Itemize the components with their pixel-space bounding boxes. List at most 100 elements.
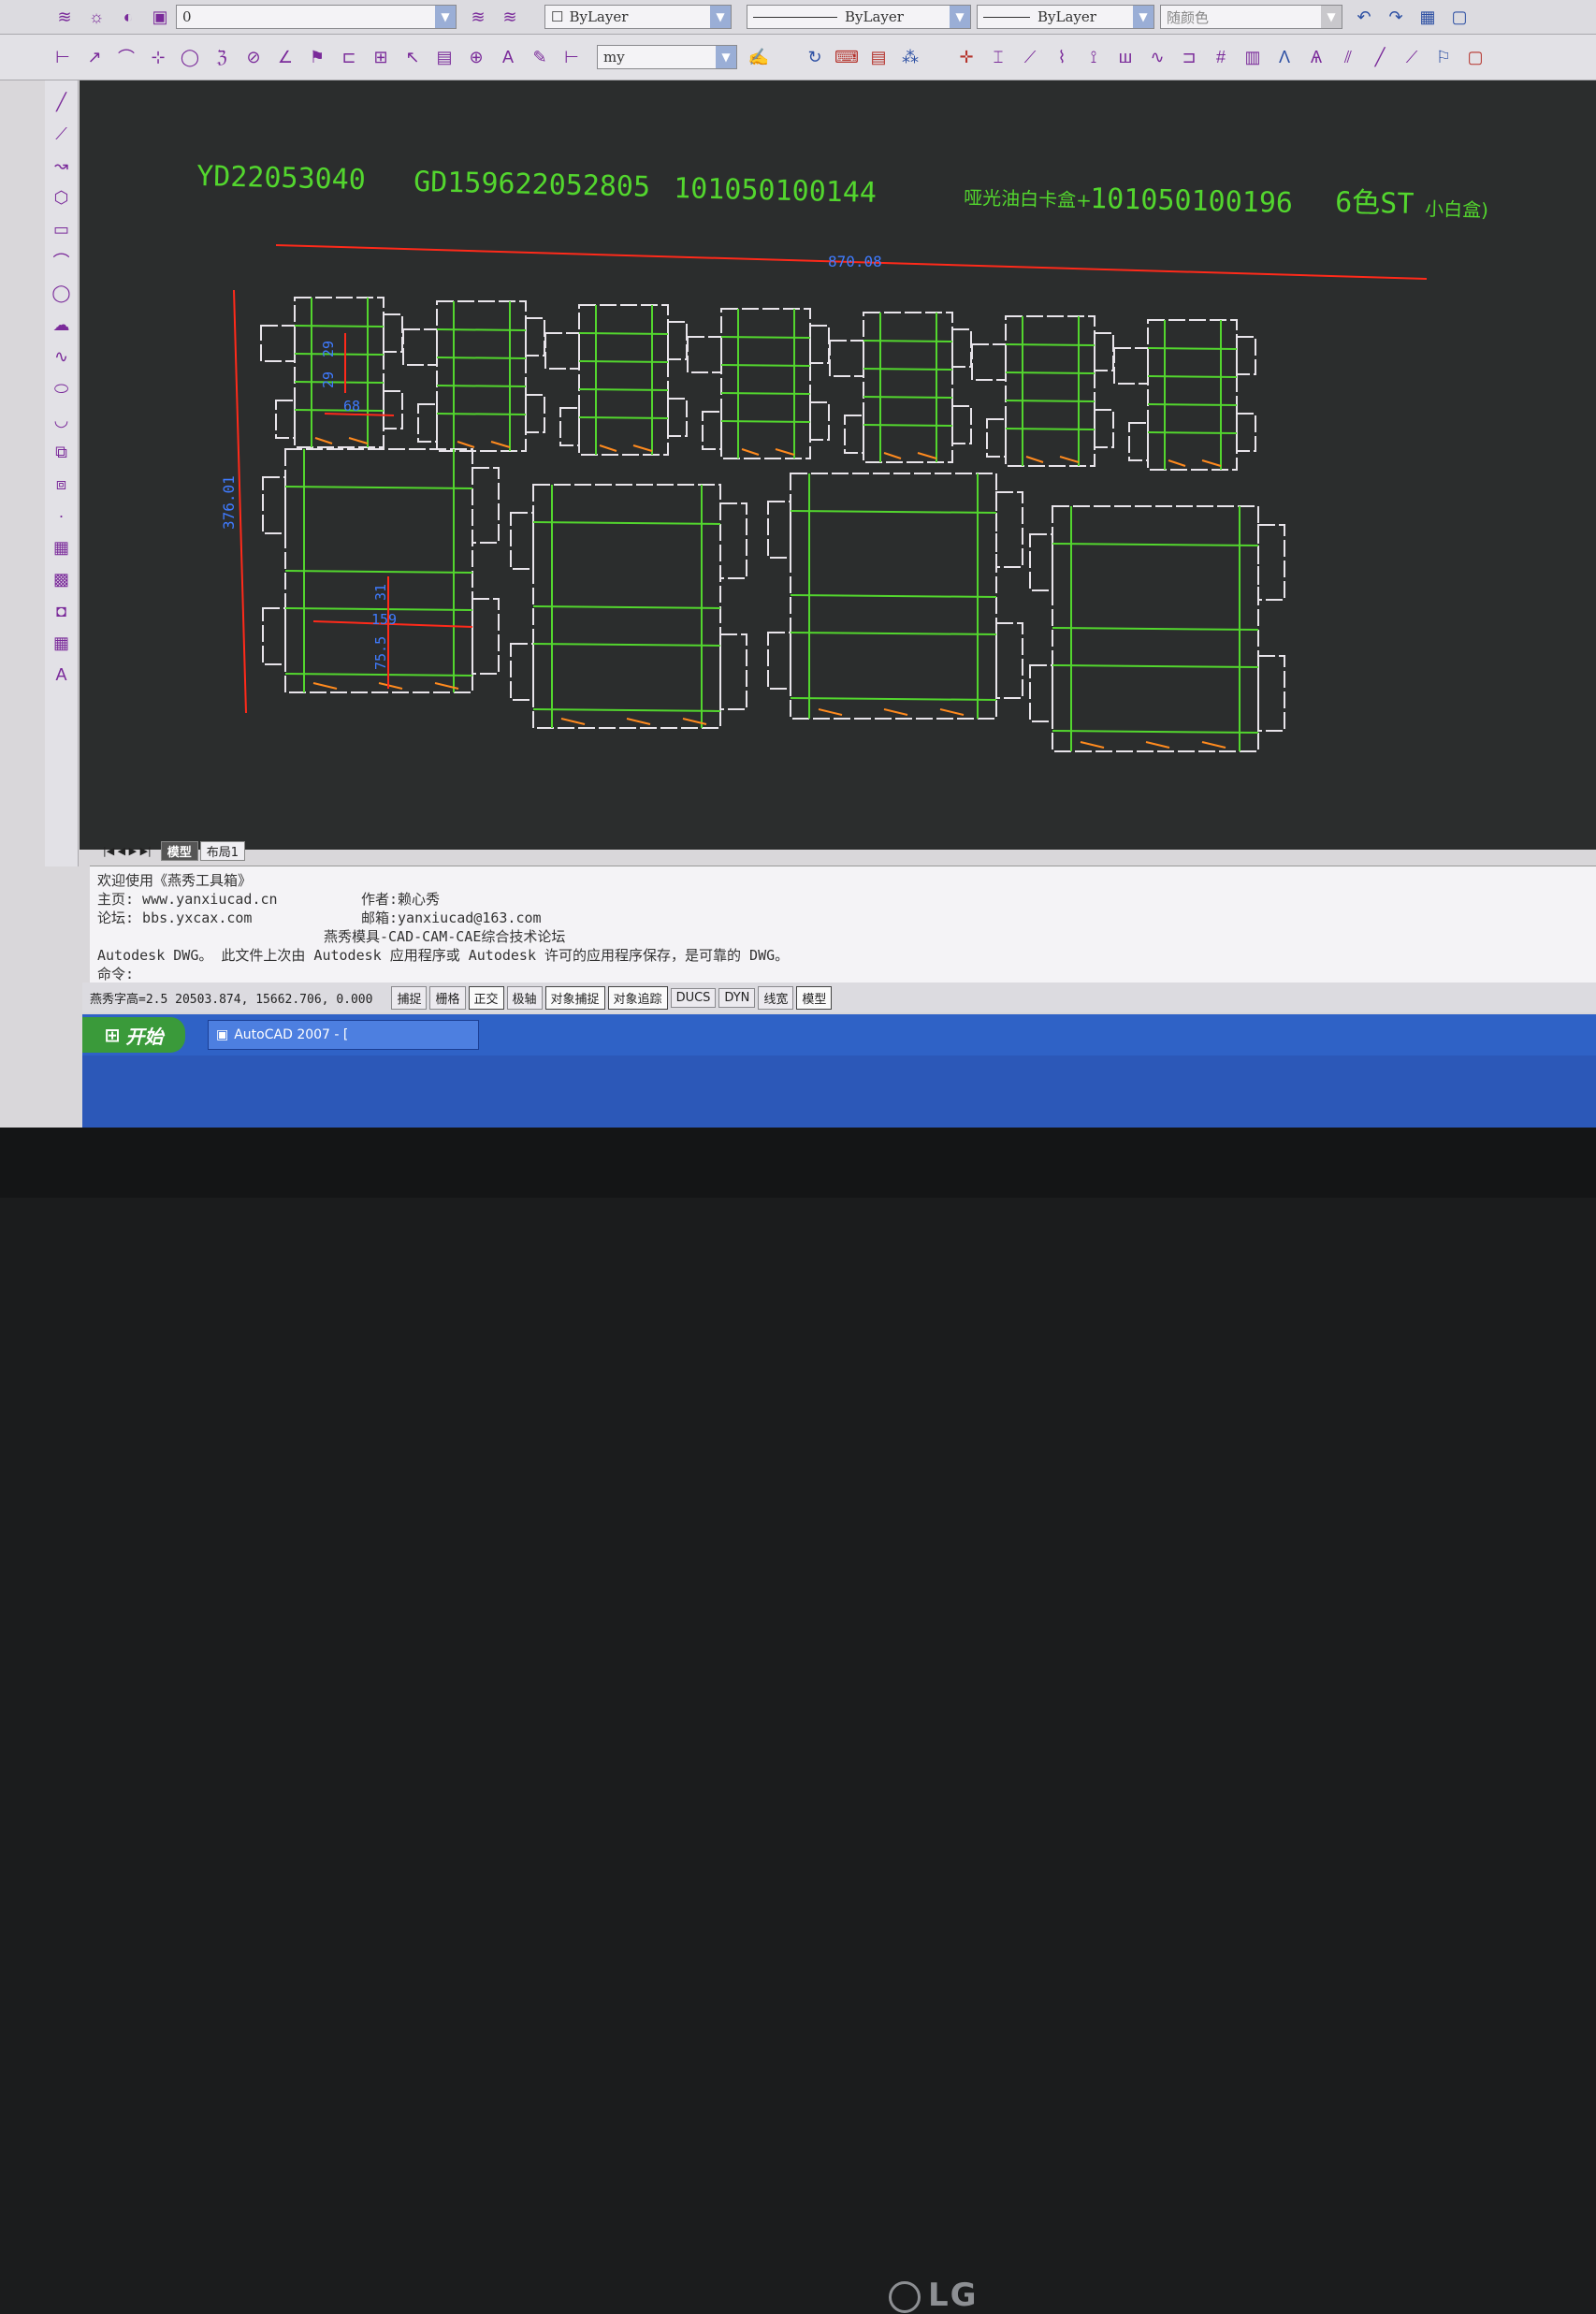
gradient-icon[interactable]: ▩: [50, 567, 74, 591]
make-block-icon[interactable]: ⧈: [50, 472, 74, 496]
polygon-icon[interactable]: ⬡: [50, 185, 74, 210]
insert-block-icon[interactable]: ⧉: [50, 440, 74, 464]
dim-edit-icon[interactable]: A: [496, 45, 520, 69]
refresh-icon[interactable]: ↻: [803, 45, 827, 69]
chevron-down-icon[interactable]: ▼: [1321, 6, 1342, 28]
diagonal-icon[interactable]: ⟋: [1400, 45, 1424, 69]
bracket-icon[interactable]: ⊐: [1177, 45, 1201, 69]
ducs-toggle[interactable]: DUCS: [670, 987, 717, 1008]
dim-update-icon[interactable]: ⊢: [559, 45, 584, 69]
arc-icon[interactable]: ⌒: [50, 249, 74, 273]
chevron-down-icon[interactable]: ▼: [950, 6, 970, 28]
layer-previous-icon[interactable]: ≋: [466, 5, 490, 29]
quick-dim-icon[interactable]: ⚑: [305, 45, 329, 69]
flag-icon[interactable]: ⚐: [1431, 45, 1456, 69]
color-combo[interactable]: ☐ ByLayer ▼: [544, 5, 732, 29]
ellipse-icon[interactable]: ⬭: [50, 376, 74, 400]
autocad-task-button[interactable]: ▣ AutoCAD 2007 - [: [208, 1020, 479, 1050]
grid-icon[interactable]: ▥: [1241, 45, 1265, 69]
hatch-icon[interactable]: ▦: [50, 535, 74, 560]
slash-icon[interactable]: ⟋: [1018, 45, 1042, 69]
polyline-icon[interactable]: ↝: [50, 153, 74, 178]
toolbox-icon[interactable]: ▤: [866, 45, 891, 69]
ortho-toggle[interactable]: 正交: [468, 985, 504, 1010]
chevron-down-icon[interactable]: ▼: [1133, 6, 1153, 28]
dyn-toggle[interactable]: DYN: [718, 987, 756, 1008]
layer-combo[interactable]: 0 ▼: [176, 5, 457, 29]
hatch-icon[interactable]: ⫽: [1336, 45, 1360, 69]
construction-line-icon[interactable]: ⟋: [50, 122, 74, 146]
redo-icon[interactable]: ↷: [1384, 5, 1408, 29]
chevron-down-icon[interactable]: ▼: [710, 6, 731, 28]
cross-icon[interactable]: ✛: [954, 45, 979, 69]
arc-length-icon[interactable]: ⌒: [114, 45, 138, 69]
dim-text-edit-icon[interactable]: ✎: [528, 45, 552, 69]
lineweight-toggle[interactable]: 线宽: [758, 985, 794, 1010]
plotstyle-combo[interactable]: 随颜色 ▼: [1160, 5, 1342, 29]
snap-toggle[interactable]: 捕捉: [391, 985, 428, 1010]
mtext-icon[interactable]: A: [50, 662, 74, 687]
chevron-down-icon[interactable]: ▼: [435, 6, 456, 28]
line-icon[interactable]: ╱: [50, 90, 74, 114]
hash-icon[interactable]: #: [1209, 45, 1233, 69]
command-prompt[interactable]: 命令:: [97, 964, 134, 983]
curve-icon[interactable]: ⌇: [1050, 45, 1074, 69]
peak-icon[interactable]: Λ: [1272, 45, 1297, 69]
rectangle-icon[interactable]: ▭: [50, 217, 74, 241]
small-box-tab-left: [1128, 422, 1149, 461]
drawing-area[interactable]: YD22053040 GD159622052805 101050100144 哑…: [80, 80, 1596, 850]
i-beam-icon[interactable]: ⌶: [986, 45, 1010, 69]
die-line-layout[interactable]: [260, 297, 1285, 752]
angular-icon[interactable]: ∠: [273, 45, 297, 69]
radius-icon[interactable]: ◯: [178, 45, 202, 69]
wave-icon[interactable]: ∿: [1145, 45, 1169, 69]
start-button[interactable]: ⊞ 开始: [82, 1017, 185, 1053]
lineweight-combo[interactable]: ByLayer ▼: [977, 5, 1154, 29]
revcloud-icon[interactable]: ☁: [50, 313, 74, 337]
bulb-icon[interactable]: ☼: [84, 5, 109, 29]
tolerance-icon[interactable]: ▤: [432, 45, 457, 69]
window-icon[interactable]: ▢: [1447, 5, 1472, 29]
linetype-combo[interactable]: ByLayer ▼: [747, 5, 971, 29]
osnap-toggle[interactable]: 对象捕捉: [544, 985, 605, 1010]
circle-icon[interactable]: ◯: [50, 281, 74, 305]
first-tab-icon[interactable]: |◀ ◀ ▶ ▶|: [103, 845, 152, 857]
linear-dim-icon[interactable]: ⊢: [51, 45, 75, 69]
diameter-icon[interactable]: ⊘: [241, 45, 266, 69]
aligned-dim-icon[interactable]: ↗: [82, 45, 107, 69]
tab-model[interactable]: 模型: [160, 840, 198, 861]
point-icon[interactable]: ·: [50, 503, 74, 528]
chevron-down-icon[interactable]: ▼: [716, 46, 736, 68]
dim-style-icon[interactable]: ✍: [747, 45, 771, 69]
region-icon[interactable]: ◘: [50, 599, 74, 623]
baseline-icon[interactable]: ⊏: [337, 45, 361, 69]
ordinate-icon[interactable]: ⊹: [146, 45, 170, 69]
block-icon[interactable]: ▦: [1415, 5, 1440, 29]
line-tool-icon[interactable]: ╱: [1368, 45, 1392, 69]
cad-canvas[interactable]: YD22053040 GD159622052805 101050100144 哑…: [80, 80, 1596, 850]
rake-icon[interactable]: ш: [1113, 45, 1138, 69]
lock-icon[interactable]: ▣: [148, 5, 172, 29]
leader-icon[interactable]: ↖: [400, 45, 425, 69]
tab-layout1[interactable]: 布局1: [199, 840, 246, 861]
table-icon[interactable]: ▦: [50, 631, 74, 655]
layer-states-icon[interactable]: ≋: [498, 5, 522, 29]
sun-icon[interactable]: ◐: [116, 5, 140, 29]
model-toggle[interactable]: 模型: [796, 985, 833, 1010]
double-peak-icon[interactable]: Ѧ: [1304, 45, 1328, 69]
keyboard-icon[interactable]: ⌨: [834, 45, 859, 69]
layer-manager-icon[interactable]: ≋: [52, 5, 77, 29]
grid-toggle[interactable]: 栅格: [429, 985, 466, 1010]
dimstyle-combo[interactable]: my ▼: [597, 45, 737, 69]
undo-icon[interactable]: ↶: [1352, 5, 1376, 29]
tilde-icon[interactable]: ⟟: [1081, 45, 1106, 69]
jogged-icon[interactable]: ℨ: [210, 45, 234, 69]
ellipse-arc-icon[interactable]: ◡: [50, 408, 74, 432]
square-icon[interactable]: ▢: [1463, 45, 1487, 69]
spline-icon[interactable]: ∿: [50, 344, 74, 369]
group-icon[interactable]: ⁂: [898, 45, 922, 69]
polar-toggle[interactable]: 极轴: [506, 985, 543, 1010]
otrack-toggle[interactable]: 对象追踪: [607, 985, 668, 1010]
continue-icon[interactable]: ⊞: [369, 45, 393, 69]
center-mark-icon[interactable]: ⊕: [464, 45, 488, 69]
